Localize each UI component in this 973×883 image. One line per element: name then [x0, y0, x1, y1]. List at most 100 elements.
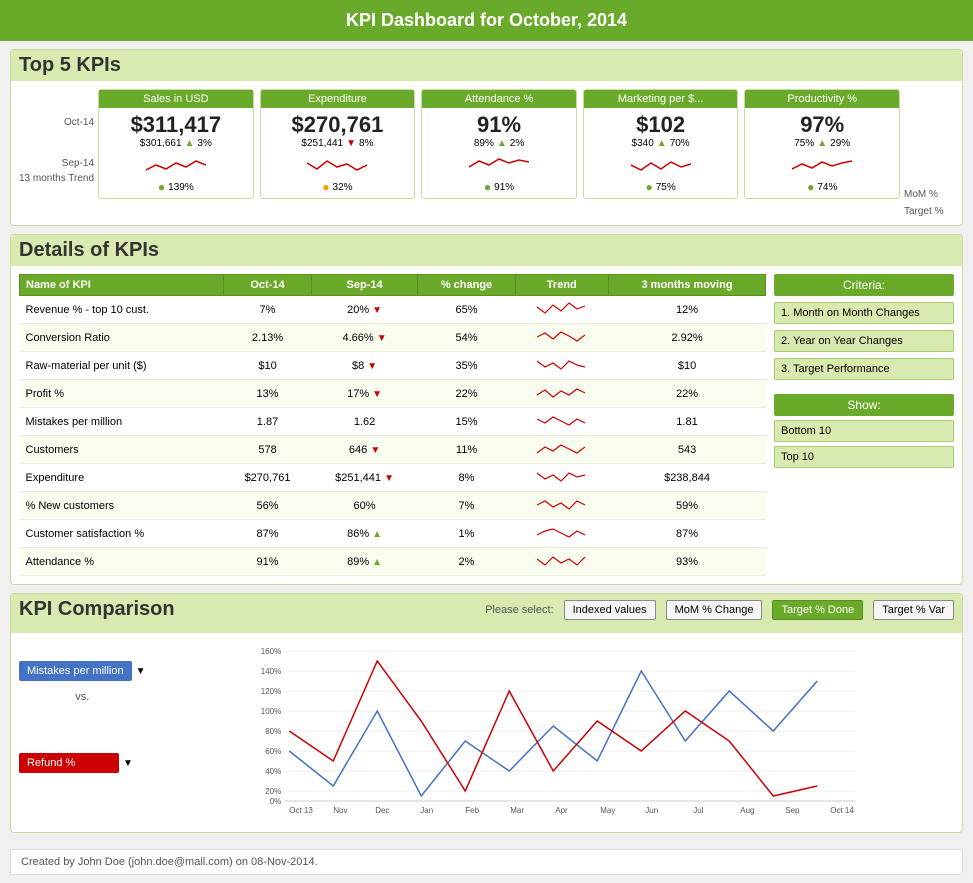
- svg-text:Jun: Jun: [645, 806, 658, 815]
- cell-oct: $10: [224, 352, 311, 380]
- svg-text:100%: 100%: [260, 707, 280, 716]
- dropdown-icon-2[interactable]: ▼: [123, 758, 133, 769]
- cell-kpi-name: Revenue % - top 10 cust.: [20, 296, 224, 324]
- cell-3mo: 93%: [609, 548, 766, 576]
- label-oct14: Oct-14: [19, 117, 94, 128]
- btn-target-var[interactable]: Target % Var: [873, 600, 954, 620]
- cell-trend: [515, 436, 609, 464]
- show-bottom10[interactable]: Bottom 10: [774, 420, 954, 442]
- kpi-card-exp-header: Expenditure: [261, 90, 415, 108]
- kpi-table: Name of KPI Oct-14 Sep-14 % change Trend…: [19, 274, 766, 576]
- cell-oct: 56%: [224, 492, 311, 520]
- kpi-mkt-target: ● 75%: [588, 180, 734, 194]
- cell-trend: [515, 464, 609, 492]
- col-3mo: 3 months moving: [609, 275, 766, 296]
- cell-3mo: 59%: [609, 492, 766, 520]
- cell-kpi-name: % New customers: [20, 492, 224, 520]
- btn-indexed[interactable]: Indexed values: [564, 600, 656, 620]
- cell-pct: 1%: [418, 520, 515, 548]
- selector2-label: Refund %: [19, 753, 119, 773]
- kpi-sales-value: $311,417: [103, 112, 249, 138]
- kpi-card-sales-header: Sales in USD: [99, 90, 253, 108]
- dropdown-icon-1[interactable]: ▼: [136, 666, 146, 677]
- table-row: Raw-material per unit ($) $10 $8 ▼ 35% $…: [20, 352, 766, 380]
- cell-sep: 4.66% ▼: [311, 324, 418, 352]
- selector2-group: Refund % ▼: [19, 753, 146, 773]
- svg-text:Oct 13: Oct 13: [289, 806, 313, 815]
- kpi-card-prod-header: Productivity %: [745, 90, 899, 108]
- kpi-exp-target: ● 32%: [265, 180, 411, 194]
- selector1-label: Mistakes per million: [19, 661, 132, 681]
- cell-3mo: 22%: [609, 380, 766, 408]
- kpi-prod-sep: 75% ▲ 29%: [749, 138, 895, 149]
- comparison-section: KPI Comparison Please select: Indexed va…: [10, 593, 963, 833]
- cell-sep: 1.62: [311, 408, 418, 436]
- svg-text:Oct 14: Oct 14: [830, 806, 854, 815]
- label-mom: MoM %: [904, 189, 938, 200]
- cell-kpi-name: Expenditure: [20, 464, 224, 492]
- col-sep: Sep-14: [311, 275, 418, 296]
- svg-text:May: May: [600, 806, 615, 815]
- top5-section: Top 5 KPIs Oct-14 Sep-14 13 months Trend…: [10, 49, 963, 226]
- svg-text:Jan: Jan: [420, 806, 433, 815]
- kpi-att-sparkline: [426, 152, 572, 177]
- header-title: KPI Dashboard for October, 2014: [346, 10, 627, 30]
- criteria-header: Criteria:: [774, 274, 954, 296]
- cell-sep: 20% ▼: [311, 296, 418, 324]
- cell-trend: [515, 296, 609, 324]
- table-row: Customer satisfaction % 87% 86% ▲ 1% 87%: [20, 520, 766, 548]
- kpi-att-sep: 89% ▲ 2%: [426, 138, 572, 149]
- cell-pct: 54%: [418, 324, 515, 352]
- show-top10[interactable]: Top 10: [774, 446, 954, 468]
- cell-kpi-name: Conversion Ratio: [20, 324, 224, 352]
- cell-trend: [515, 492, 609, 520]
- btn-target-done[interactable]: Target % Done: [772, 600, 863, 620]
- cell-oct: 87%: [224, 520, 311, 548]
- please-select-label: Please select:: [485, 604, 553, 616]
- cell-oct: 2.13%: [224, 324, 311, 352]
- svg-text:Jul: Jul: [693, 806, 703, 815]
- cell-oct: 7%: [224, 296, 311, 324]
- kpi-card-expenditure: Expenditure $270,761 $251,441 ▼ 8%: [260, 89, 416, 199]
- kpi-sales-sep: $301,661 ▲ 3%: [103, 138, 249, 149]
- table-row: Revenue % - top 10 cust. 7% 20% ▼ 65% 12…: [20, 296, 766, 324]
- col-trend: Trend: [515, 275, 609, 296]
- comparison-chart: 160% 140% 120% 100% 80% 60% 40% 20% 0% O…: [156, 641, 955, 821]
- cell-trend: [515, 324, 609, 352]
- criteria-btn-3[interactable]: 3. Target Performance: [774, 358, 954, 380]
- kpi-labels-left: Oct-14 Sep-14 13 months Trend: [19, 89, 94, 184]
- table-row: Attendance % 91% 89% ▲ 2% 93%: [20, 548, 766, 576]
- cell-kpi-name: Mistakes per million: [20, 408, 224, 436]
- svg-text:Apr: Apr: [555, 806, 568, 815]
- cell-kpi-name: Customer satisfaction %: [20, 520, 224, 548]
- cell-oct: $270,761: [224, 464, 311, 492]
- cell-pct: 15%: [418, 408, 515, 436]
- table-row: Customers 578 646 ▼ 11% 543: [20, 436, 766, 464]
- col-name: Name of KPI: [20, 275, 224, 296]
- label-target: Target %: [904, 206, 943, 217]
- vs-label: vs.: [19, 691, 146, 703]
- cell-3mo: 2.92%: [609, 324, 766, 352]
- cell-sep: 86% ▲: [311, 520, 418, 548]
- kpi-card-attendance: Attendance % 91% 89% ▲ 2% ●: [421, 89, 577, 199]
- svg-text:Sep: Sep: [785, 806, 800, 815]
- chart-area: Mistakes per million ▼ vs. Refund % ▼: [19, 641, 954, 824]
- criteria-panel: Criteria: 1. Month on Month Changes 2. Y…: [774, 274, 954, 576]
- cell-oct: 91%: [224, 548, 311, 576]
- kpi-table-container: Name of KPI Oct-14 Sep-14 % change Trend…: [19, 274, 766, 576]
- criteria-btn-1[interactable]: 1. Month on Month Changes: [774, 302, 954, 324]
- cell-kpi-name: Customers: [20, 436, 224, 464]
- cell-3mo: 87%: [609, 520, 766, 548]
- cell-pct: 11%: [418, 436, 515, 464]
- kpi-sales-sparkline: [103, 152, 249, 177]
- criteria-btn-2[interactable]: 2. Year on Year Changes: [774, 330, 954, 352]
- kpi-exp-sparkline: [265, 152, 411, 177]
- kpi-mkt-sparkline: [588, 152, 734, 177]
- cell-3mo: $238,844: [609, 464, 766, 492]
- svg-text:120%: 120%: [260, 687, 280, 696]
- cell-oct: 578: [224, 436, 311, 464]
- details-layout: Name of KPI Oct-14 Sep-14 % change Trend…: [19, 274, 954, 576]
- chart-selectors: Mistakes per million ▼ vs. Refund % ▼: [19, 641, 146, 773]
- btn-mom[interactable]: MoM % Change: [666, 600, 763, 620]
- cell-pct: 65%: [418, 296, 515, 324]
